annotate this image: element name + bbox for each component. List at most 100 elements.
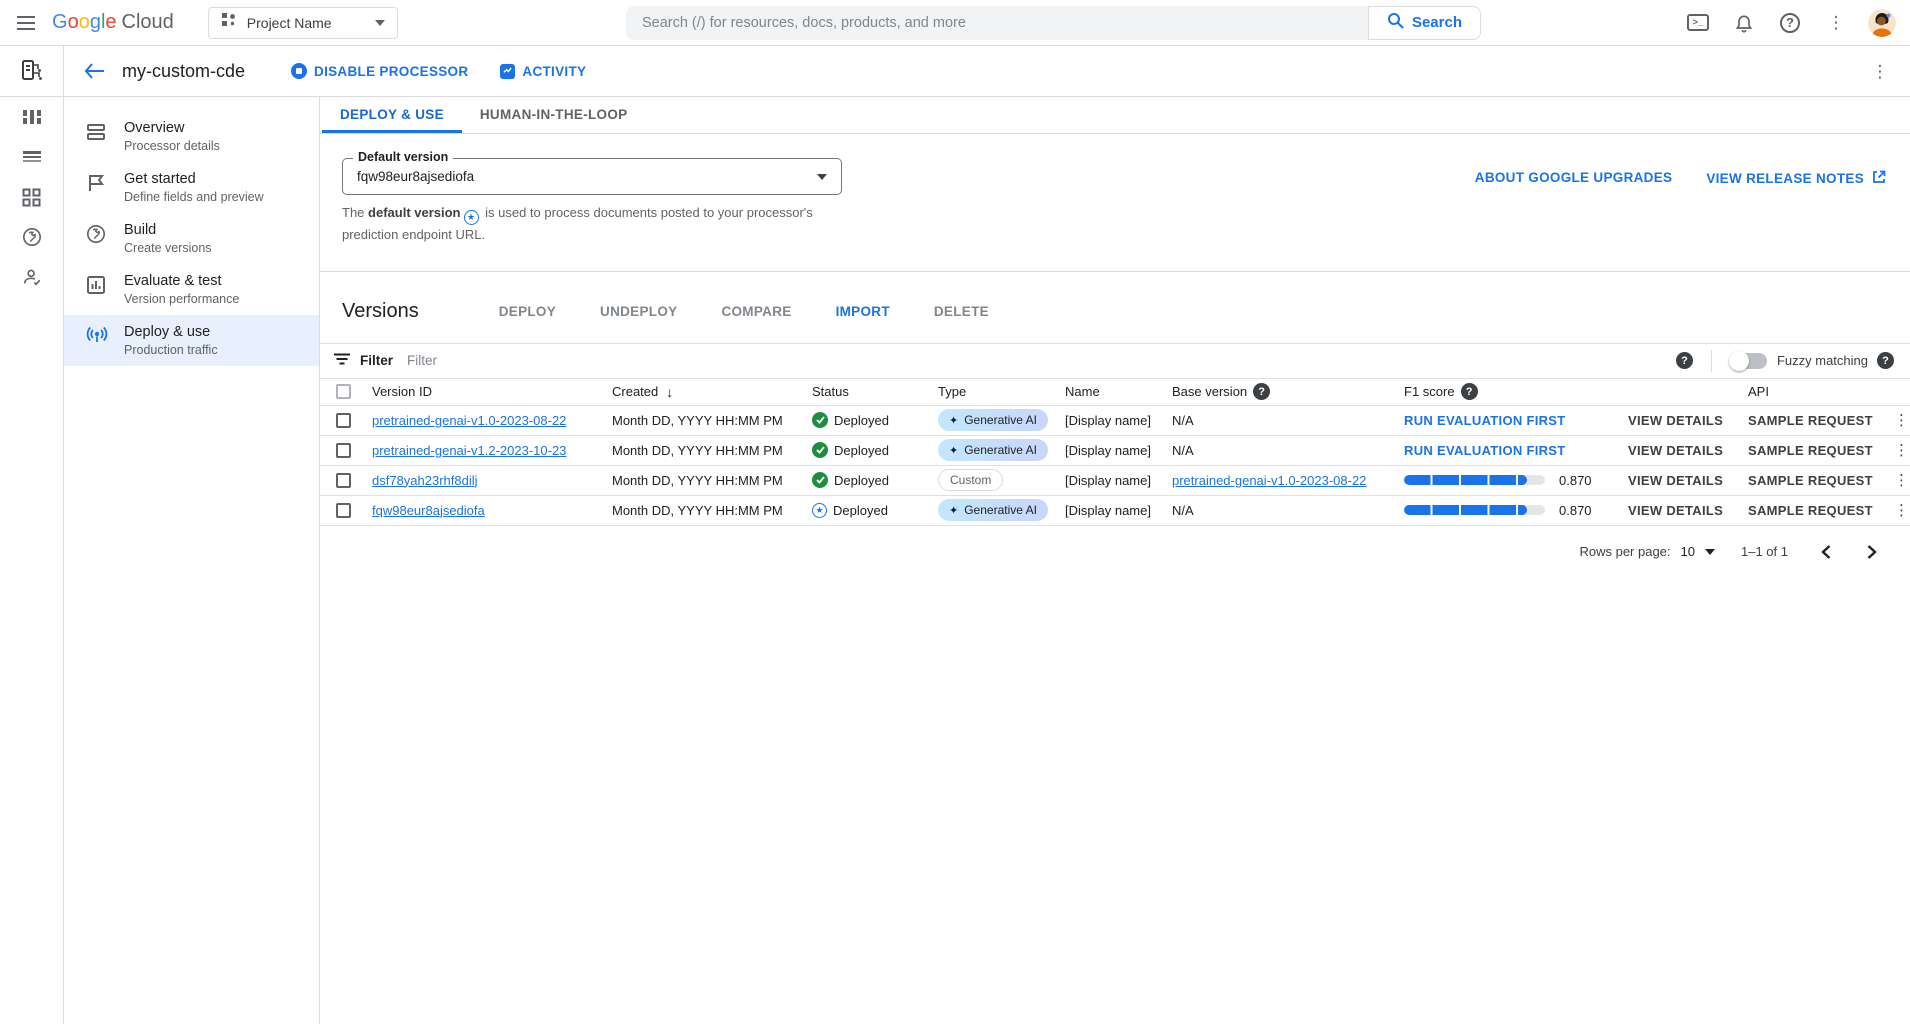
row-more-options-icon[interactable]: ⋮ — [1890, 411, 1910, 429]
type-badge-generative-ai: ✦Generative AI — [938, 409, 1048, 431]
disable-icon — [291, 63, 307, 79]
version-id-link[interactable]: fqw98eur8ajsediofa — [372, 503, 485, 518]
f1-score-cell: 0.870 — [1404, 503, 1620, 518]
external-link-icon — [1872, 170, 1886, 187]
project-selector[interactable]: Project Name — [208, 7, 398, 39]
f1-help-icon[interactable]: ? — [1461, 383, 1478, 400]
rail-admin-icon[interactable] — [0, 257, 64, 297]
rail-workbench-icon[interactable] — [0, 177, 64, 217]
versions-table-header: Version ID Created↓ Status Type Name Bas… — [320, 379, 1910, 406]
table-pagination: Rows per page: 10 1–1 of 1 — [320, 526, 1910, 564]
rows-per-page-value: 10 — [1681, 544, 1695, 559]
default-version-label: Default version — [353, 150, 453, 164]
base-version-help-icon[interactable]: ? — [1253, 383, 1270, 400]
row-more-options-icon[interactable]: ⋮ — [1890, 471, 1910, 489]
column-f1-score[interactable]: F1 score? — [1396, 383, 1620, 400]
back-arrow-icon[interactable] — [78, 55, 110, 87]
run-evaluation-first-link[interactable]: RUN EVALUATION FIRST — [1404, 443, 1566, 458]
sidebar-item-build[interactable]: Build Create versions — [64, 213, 319, 264]
default-version-select[interactable]: Default version fqw98eur8ajsediofa — [342, 158, 842, 195]
sidebar-item-sublabel: Define fields and preview — [124, 190, 264, 204]
processor-header: my-custom-cde DISABLE PROCESSOR ACTIVITY… — [64, 46, 1910, 97]
next-page-icon[interactable] — [1860, 540, 1884, 564]
status-cell: Deployed — [804, 472, 930, 488]
column-status[interactable]: Status — [804, 384, 930, 399]
f1-progress-bar — [1404, 475, 1545, 485]
filter-icon — [334, 352, 350, 370]
row-more-options-icon[interactable]: ⋮ — [1890, 441, 1910, 459]
previous-page-icon[interactable] — [1814, 540, 1838, 564]
rows-per-page-select[interactable]: Rows per page: 10 — [1579, 544, 1715, 559]
rail-tools-icon[interactable] — [0, 217, 64, 257]
sidebar-item-get-started[interactable]: Get started Define fields and preview — [64, 162, 319, 213]
help-icon[interactable]: ? — [1778, 11, 1802, 35]
view-details-button[interactable]: VIEW DETAILS — [1628, 443, 1723, 458]
row-checkbox[interactable] — [336, 443, 351, 458]
default-version-star-icon: ★ — [812, 503, 827, 518]
version-id-link[interactable]: dsf78yah23rhf8dilj — [372, 473, 478, 488]
deploy-button[interactable]: DEPLOY — [491, 298, 564, 325]
undeploy-button[interactable]: UNDEPLOY — [592, 298, 685, 325]
sidebar-item-evaluate-test[interactable]: Evaluate & test Version performance — [64, 264, 319, 315]
about-google-upgrades-link[interactable]: ABOUT GOOGLE UPGRADES — [1475, 170, 1673, 185]
rail-table-icon[interactable] — [0, 137, 64, 177]
cloud-shell-icon[interactable]: >_ — [1686, 11, 1710, 35]
sidebar-item-sublabel: Version performance — [124, 292, 239, 306]
delete-button[interactable]: DELETE — [926, 298, 997, 325]
tab-human-in-the-loop[interactable]: HUMAN-IN-THE-LOOP — [462, 97, 646, 133]
fuzzy-matching-toggle[interactable] — [1730, 353, 1767, 369]
table-row: pretrained-genai-v1.0-2023-08-22 Month D… — [320, 406, 1910, 436]
view-release-notes-link[interactable]: VIEW RELEASE NOTES — [1706, 170, 1886, 187]
rail-dashboard-icon[interactable] — [0, 97, 64, 137]
row-checkbox[interactable] — [336, 473, 351, 488]
sidebar-item-sublabel: Production traffic — [124, 343, 218, 357]
sidebar-item-overview[interactable]: Overview Processor details — [64, 111, 319, 162]
version-id-link[interactable]: pretrained-genai-v1.0-2023-08-22 — [372, 413, 566, 428]
document-ai-icon[interactable] — [0, 46, 64, 97]
column-api[interactable]: API — [1740, 384, 1882, 399]
select-all-checkbox[interactable] — [336, 384, 351, 399]
column-type[interactable]: Type — [930, 384, 1057, 399]
sample-request-button[interactable]: SAMPLE REQUEST — [1748, 473, 1873, 488]
sample-request-button[interactable]: SAMPLE REQUEST — [1748, 443, 1873, 458]
type-badge-custom: Custom — [938, 469, 1003, 491]
sample-request-button[interactable]: SAMPLE REQUEST — [1748, 503, 1873, 518]
fuzzy-help-icon[interactable]: ? — [1877, 352, 1894, 369]
view-details-button[interactable]: VIEW DETAILS — [1628, 413, 1723, 428]
base-version-link[interactable]: pretrained-genai-v1.0-2023-08-22 — [1172, 473, 1366, 488]
column-version-id[interactable]: Version ID — [364, 384, 604, 399]
type-label: Generative AI — [964, 503, 1037, 517]
sidebar-item-deploy-use[interactable]: Deploy & use Production traffic — [64, 315, 319, 366]
import-button[interactable]: IMPORT — [828, 298, 898, 325]
sample-request-button[interactable]: SAMPLE REQUEST — [1748, 413, 1873, 428]
row-checkbox[interactable] — [336, 413, 351, 428]
search-button[interactable]: Search — [1368, 6, 1481, 40]
column-base-version[interactable]: Base version? — [1164, 383, 1396, 400]
column-name[interactable]: Name — [1057, 384, 1164, 399]
base-version-label: Base version — [1172, 384, 1247, 399]
created-label: Created — [612, 384, 658, 399]
disable-processor-button[interactable]: DISABLE PROCESSOR — [279, 57, 480, 85]
user-avatar[interactable] — [1868, 9, 1896, 37]
compare-button[interactable]: COMPARE — [713, 298, 799, 325]
search-input[interactable] — [642, 15, 1352, 31]
row-more-options-icon[interactable]: ⋮ — [1890, 501, 1910, 519]
filter-help-icon[interactable]: ? — [1676, 352, 1693, 369]
activity-button[interactable]: ACTIVITY — [488, 58, 598, 85]
filter-input[interactable]: Filter — [407, 353, 1676, 368]
tab-deploy-and-use[interactable]: DEPLOY & USE — [322, 97, 462, 133]
notifications-bell-icon[interactable] — [1732, 11, 1756, 35]
view-details-button[interactable]: VIEW DETAILS — [1628, 473, 1723, 488]
more-options-icon[interactable]: ⋮ — [1824, 11, 1848, 35]
status-label: Deployed — [834, 473, 889, 488]
version-id-link[interactable]: pretrained-genai-v1.2-2023-10-23 — [372, 443, 566, 458]
view-details-button[interactable]: VIEW DETAILS — [1628, 503, 1723, 518]
search-box[interactable] — [626, 6, 1368, 40]
hamburger-menu-icon[interactable] — [0, 0, 52, 46]
column-created[interactable]: Created↓ — [604, 384, 804, 400]
row-checkbox[interactable] — [336, 503, 351, 518]
run-evaluation-first-link[interactable]: RUN EVALUATION FIRST — [1404, 413, 1566, 428]
status-label: Deployed — [833, 503, 888, 518]
header-more-options-icon[interactable]: ⋮ — [1868, 59, 1892, 83]
top-bar: Google Cloud Project Name Search >_ ? ⋮ — [0, 0, 1910, 46]
